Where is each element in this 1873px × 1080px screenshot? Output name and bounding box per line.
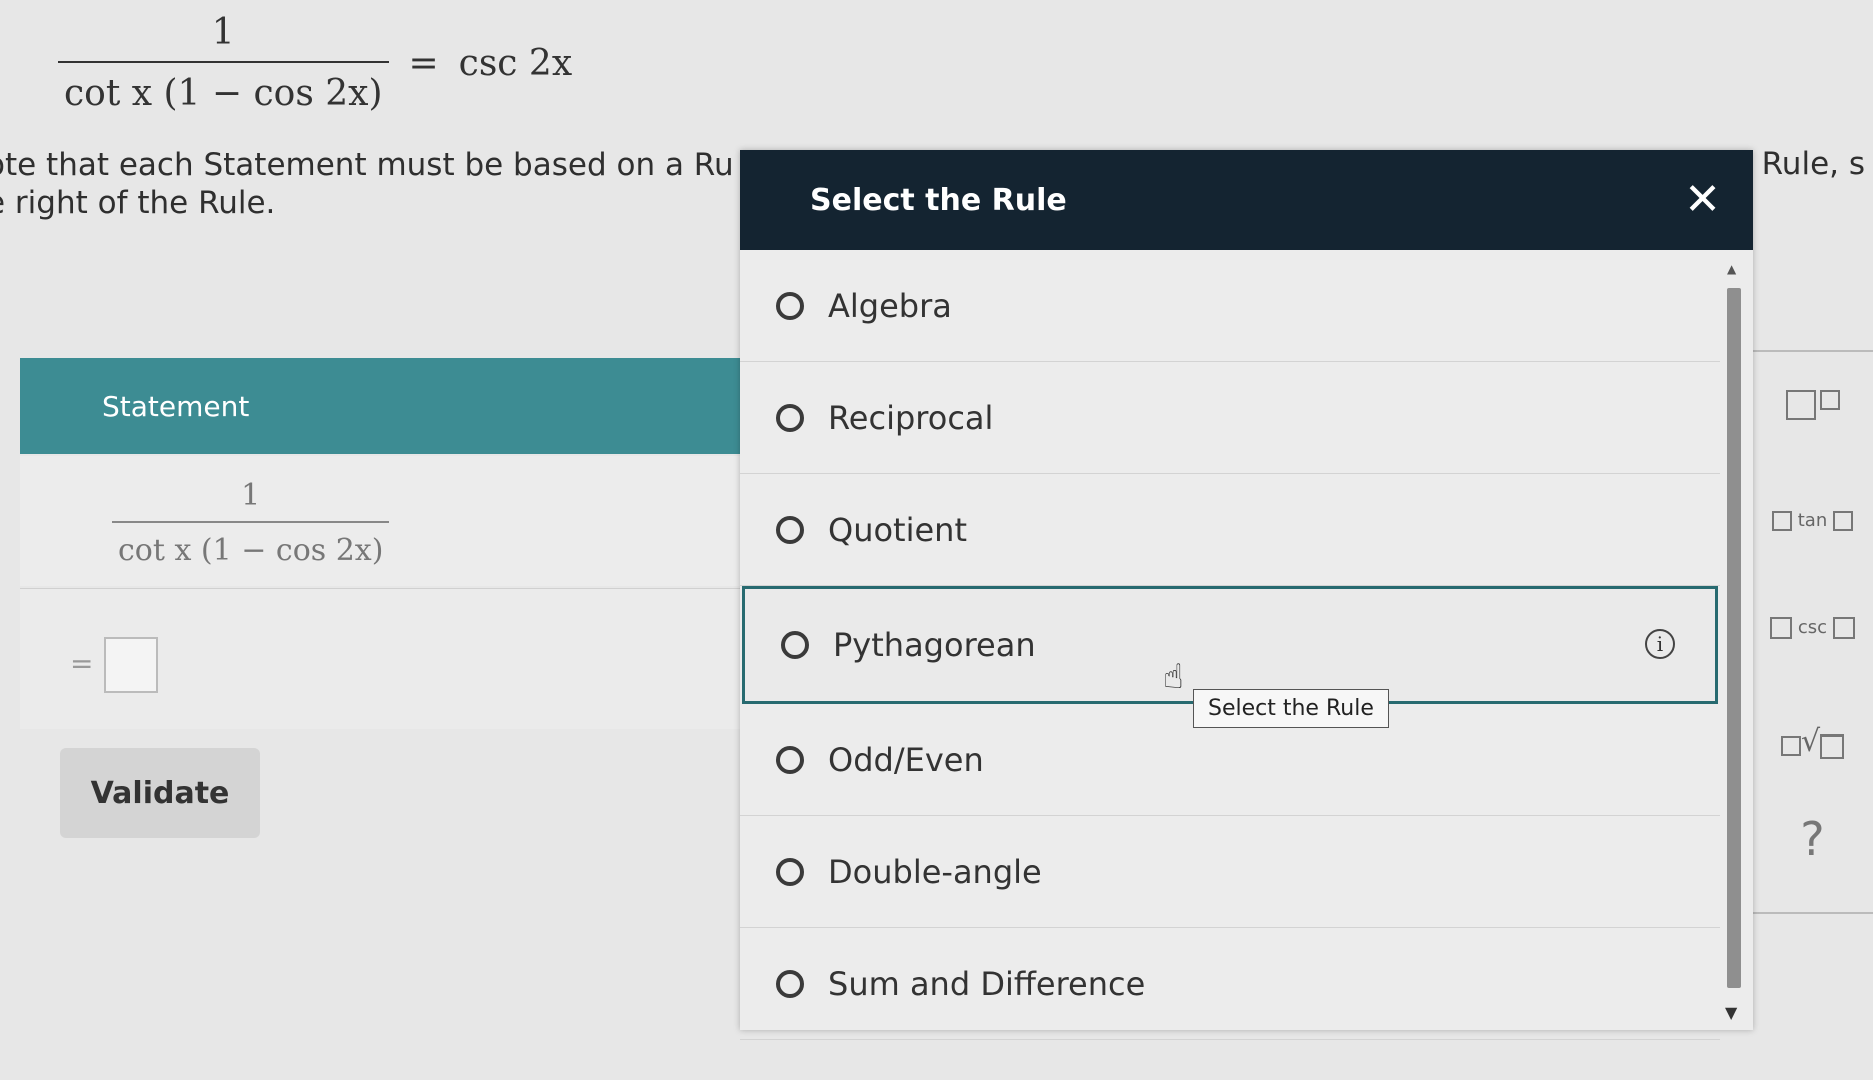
instruction-line-1: ote that each Statement must be based on… <box>0 147 734 183</box>
radio-button[interactable] <box>776 291 804 320</box>
radio-button[interactable] <box>776 745 804 774</box>
dialog-title: Select the Rule <box>810 182 1067 218</box>
statement-row-1: 1 cot x (1 − cos 2x) <box>20 456 745 586</box>
statement-header-label: Statement <box>102 389 250 423</box>
validate-button[interactable]: Validate <box>60 748 260 838</box>
statement-answer-input[interactable] <box>104 637 158 693</box>
equation-denominator: cot x (1 − cos 2x) <box>58 61 389 114</box>
select-rule-dialog: Select the Rule ✕ Algebra Reciprocal Quo… <box>740 150 1753 1040</box>
exponent-box-icon <box>1819 390 1840 410</box>
rule-option-label: Algebra <box>828 286 952 325</box>
close-icon[interactable]: ✕ <box>1684 178 1721 222</box>
root-index-box-icon <box>1780 736 1801 756</box>
radio-button[interactable] <box>776 857 804 886</box>
rule-option-reciprocal[interactable]: Reciprocal <box>740 362 1720 474</box>
csc-template-button[interactable]: csc <box>1752 617 1873 639</box>
hand-pointer-icon: ☝ <box>1163 657 1184 697</box>
radicand-box-icon <box>1820 733 1845 759</box>
tan-arg-box-icon <box>1772 511 1793 531</box>
rule-option-label: Pythagorean <box>833 626 1036 664</box>
rule-option-quotient[interactable]: Quotient <box>740 474 1720 586</box>
rule-option-label: Reciprocal <box>828 398 994 437</box>
rule-option-algebra[interactable]: Algebra <box>740 250 1720 362</box>
statement-denominator: cot x (1 − cos 2x) <box>112 521 390 568</box>
instruction-note-right: Rule, s <box>1761 146 1865 182</box>
scroll-down-arrow-icon[interactable]: ▼ <box>1725 1003 1737 1022</box>
instruction-note: ote that each Statement must be based on… <box>0 146 734 222</box>
radical-icon: √ <box>1800 724 1821 759</box>
equation-numerator: 1 <box>211 12 235 53</box>
statement-row-2: = <box>20 588 745 729</box>
csc-value-box-icon <box>1832 617 1855 639</box>
dialog-header: Select the Rule ✕ <box>740 150 1753 250</box>
instruction-line-2: e right of the Rule. <box>0 185 276 221</box>
base-box-icon <box>1785 390 1816 420</box>
math-palette: tan csc √ ? <box>1752 350 1873 914</box>
rule-option-sum-and-difference[interactable]: Sum and Difference <box>740 928 1720 1040</box>
exponent-template-button[interactable] <box>1752 390 1873 420</box>
radio-button[interactable] <box>776 969 804 998</box>
tan-value-box-icon <box>1832 511 1853 531</box>
rule-option-label: Odd/Even <box>828 740 984 779</box>
radio-button[interactable] <box>776 515 804 544</box>
radio-button[interactable] <box>781 631 809 659</box>
rule-option-label: Quotient <box>828 510 967 549</box>
rule-options-list: Algebra Reciprocal Quotient Pythagorean … <box>740 250 1720 1040</box>
rule-option-double-angle[interactable]: Double-angle <box>740 816 1720 928</box>
tan-label: tan <box>1797 510 1828 531</box>
dialog-scrollbar[interactable]: ▲ ▼ <box>1721 262 1747 1022</box>
statement-equals-sign: = <box>70 647 94 680</box>
rule-option-label: Sum and Difference <box>828 964 1146 1003</box>
scroll-up-arrow-icon[interactable]: ▲ <box>1727 262 1736 276</box>
rule-option-pythagorean[interactable]: Pythagorean i ☝ Select the Rule <box>742 586 1718 728</box>
equation-equals: = <box>408 42 439 84</box>
scroll-thumb[interactable] <box>1727 288 1741 988</box>
radio-button[interactable] <box>776 403 804 432</box>
statement-fraction: 1 cot x (1 − cos 2x) <box>112 478 390 568</box>
help-button[interactable]: ? <box>1752 812 1873 866</box>
rule-option-label: Double-angle <box>828 852 1042 891</box>
problem-equation: 1 cot x (1 − cos 2x) = csc 2x <box>58 12 572 114</box>
statement-numerator: 1 <box>241 478 261 513</box>
equation-fraction: 1 cot x (1 − cos 2x) <box>58 12 389 114</box>
nth-root-template-button[interactable]: √ <box>1752 724 1873 759</box>
info-icon[interactable]: i <box>1645 629 1675 659</box>
equation-rhs: csc 2x <box>458 42 573 84</box>
rule-option-odd-even[interactable]: Odd/Even <box>740 704 1720 816</box>
csc-arg-box-icon <box>1770 617 1793 639</box>
csc-label: csc <box>1797 617 1828 638</box>
tan-template-button[interactable]: tan <box>1752 510 1873 531</box>
statement-column-header: Statement <box>20 358 745 454</box>
